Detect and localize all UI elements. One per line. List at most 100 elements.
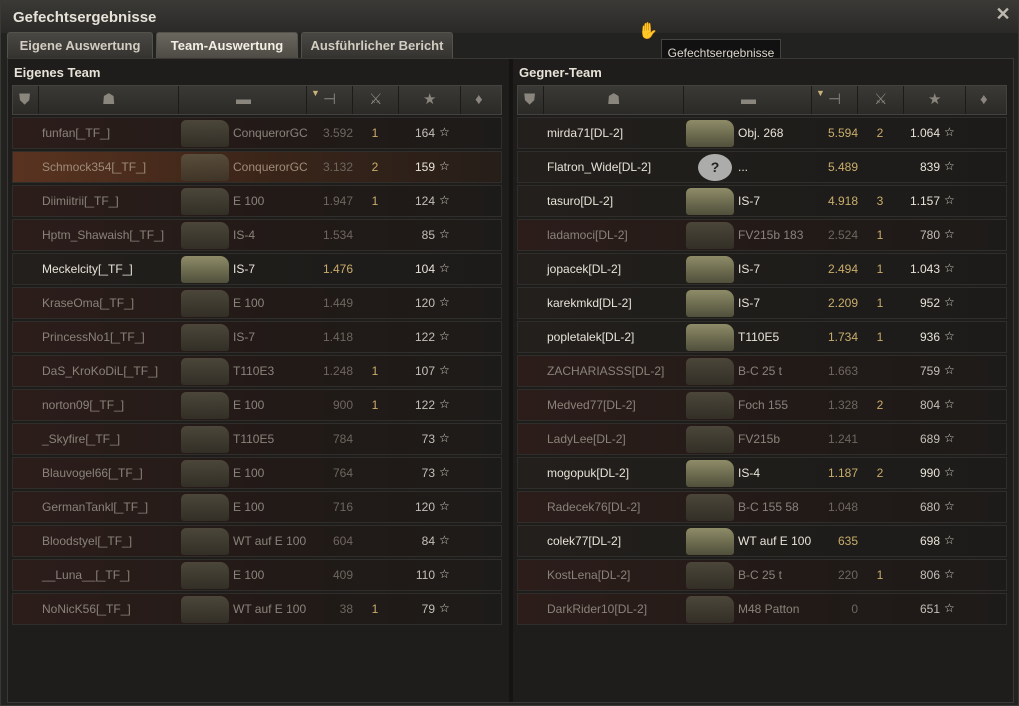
damage-value: 680 xyxy=(919,500,940,514)
tank-name: B-C 155 58 xyxy=(738,500,799,514)
experience-value: 1.663 xyxy=(827,364,858,378)
player-row[interactable]: KostLena[DL-2] B-C 25 t 220 1 806 ☆ xyxy=(517,559,1007,591)
star-icon: ☆ xyxy=(944,533,955,547)
title-bar[interactable]: Gefechtsergebnisse ✕ xyxy=(1,1,1018,33)
player-row[interactable]: mirda71[DL-2] Obj. 268 5.594 2 1.064 ☆ xyxy=(517,117,1007,149)
own-header-experience-sort-column[interactable]: ⊣ ▼ xyxy=(307,86,353,114)
experience-value: 1.449 xyxy=(322,296,353,310)
player-name: mirda71[DL-2] xyxy=(547,126,624,140)
damage-value: 1.064 xyxy=(909,126,940,140)
damage-value: 110 xyxy=(415,568,435,582)
player-row[interactable]: mogopuk[DL-2] IS-4 1.187 2 990 ☆ xyxy=(517,457,1007,489)
player-name: funfan[_TF_] xyxy=(42,126,111,140)
tank-icon xyxy=(181,426,229,453)
player-row[interactable]: Medved77[DL-2] Foch 155 1.328 2 804 ☆ xyxy=(517,389,1007,421)
player-row[interactable]: Schmock354[_TF_] ConquerorGC 3.132 2 159 ☆ xyxy=(12,151,502,183)
player-row[interactable]: popletalek[DL-2] T110E5 1.734 1 936 ☆ xyxy=(517,321,1007,353)
player-row[interactable]: funfan[_TF_] ConquerorGC 3.592 1 164 ☆ xyxy=(12,117,502,149)
own-header-kills-column[interactable]: ⚔ xyxy=(353,86,399,114)
tank-icon xyxy=(181,154,229,181)
player-row[interactable]: Hptm_Shawaish[_TF_] IS-4 1.534 85 ☆ xyxy=(12,219,502,251)
damage-value: 122 xyxy=(414,398,435,412)
player-row[interactable]: NoNicK56[_TF_] WT auf E 100 38 1 79 ☆ xyxy=(12,593,502,625)
experience-value: 2.524 xyxy=(827,228,858,242)
experience-value: 4.918 xyxy=(827,194,858,208)
experience-value: 1.947 xyxy=(322,194,353,208)
own-header-player-column[interactable]: ☗ xyxy=(39,86,179,114)
close-icon[interactable]: ✕ xyxy=(994,5,1012,23)
damage-value: 84 xyxy=(421,534,435,548)
player-name: GermanTankl[_TF_] xyxy=(42,500,149,514)
player-row[interactable]: karekmkd[DL-2] IS-7 2.209 1 952 ☆ xyxy=(517,287,1007,319)
star-icon: ★ xyxy=(928,91,942,108)
experience-value: 1.734 xyxy=(827,330,858,344)
enemy-header-player-column[interactable]: ☗ xyxy=(544,86,684,114)
star-icon: ☆ xyxy=(944,397,955,411)
enemy-header-tank-column[interactable]: ▬ xyxy=(684,86,812,114)
player-row[interactable]: ZACHARIASSS[DL-2] B-C 25 t 1.663 759 ☆ xyxy=(517,355,1007,387)
damage-value: 1.043 xyxy=(909,262,940,276)
player-row[interactable]: jopacek[DL-2] IS-7 2.494 1 1.043 ☆ xyxy=(517,253,1007,285)
player-row[interactable]: Diimiitrii[_TF_] E 100 1.947 1 124 ☆ xyxy=(12,185,502,217)
player-row[interactable]: tasuro[DL-2] IS-7 4.918 3 1.157 ☆ xyxy=(517,185,1007,217)
star-icon: ☆ xyxy=(439,329,450,343)
tank-icon xyxy=(686,562,734,589)
own-header-tank-column[interactable]: ▬ xyxy=(179,86,307,114)
tank-icon xyxy=(686,290,734,317)
player-row[interactable]: Radecek76[DL-2] B-C 155 58 1.048 680 ☆ xyxy=(517,491,1007,523)
player-row[interactable]: PrincessNo1[_TF_] IS-7 1.418 122 ☆ xyxy=(12,321,502,353)
player-row[interactable]: Blauvogel66[_TF_] E 100 764 73 ☆ xyxy=(12,457,502,489)
damage-value: 164 xyxy=(414,126,435,140)
tank-name: IS-7 xyxy=(233,330,256,344)
star-icon: ☆ xyxy=(944,499,955,513)
enemy-team-title: Gegner-Team xyxy=(519,65,602,80)
star-icon: ☆ xyxy=(439,159,450,173)
enemy-header-experience-sort-column[interactable]: ⊣ ▼ xyxy=(812,86,858,114)
player-row[interactable]: _Skyfire[_TF_] T110E5 784 73 ☆ xyxy=(12,423,502,455)
enemy-header-star-column[interactable]: ★ xyxy=(904,86,966,114)
player-row[interactable]: KraseOma[_TF_] E 100 1.449 120 ☆ xyxy=(12,287,502,319)
tank-icon xyxy=(181,256,229,283)
experience-value: 5.489 xyxy=(827,160,858,174)
tab-eigene-auswertung[interactable]: Eigene Auswertung xyxy=(7,32,153,58)
tab-team-auswertung[interactable]: Team-Auswertung xyxy=(156,32,298,58)
tab-ausfuehrlicher-bericht[interactable]: Ausführlicher Bericht xyxy=(301,32,453,58)
player-row[interactable]: ladamoci[DL-2] FV215b 183 2.524 1 780 ☆ xyxy=(517,219,1007,251)
star-icon: ☆ xyxy=(944,227,955,241)
star-icon: ☆ xyxy=(439,295,450,309)
player-row[interactable]: LadyLee[DL-2] FV215b 1.241 689 ☆ xyxy=(517,423,1007,455)
damage-value: 698 xyxy=(919,534,940,548)
window-title: Gefechtsergebnisse xyxy=(13,9,157,26)
own-header-squad-column[interactable]: ⛊ xyxy=(13,86,39,114)
damage-value: 104 xyxy=(414,262,435,276)
experience-value: 1.418 xyxy=(322,330,353,344)
damage-value: 936 xyxy=(919,330,940,344)
own-header-medal-column[interactable]: ♦ xyxy=(461,86,503,114)
player-row[interactable]: __Luna__[_TF_] E 100 409 110 ☆ xyxy=(12,559,502,591)
player-row[interactable]: Meckelcity[_TF_] IS-7 1.476 104 ☆ xyxy=(12,253,502,285)
player-name: Flatron_Wide[DL-2] xyxy=(547,160,652,174)
player-row[interactable]: GermanTankl[_TF_] E 100 716 120 ☆ xyxy=(12,491,502,523)
player-row[interactable]: DaS_KroKoDiL[_TF_] T110E3 1.248 1 107 ☆ xyxy=(12,355,502,387)
player-name: Meckelcity[_TF_] xyxy=(42,262,133,276)
tank-name: ConquerorGC xyxy=(233,126,308,140)
experience-value: 3.132 xyxy=(322,160,353,174)
player-row[interactable]: Flatron_Wide[DL-2]?... 5.489 839 ☆ xyxy=(517,151,1007,183)
player-row[interactable]: Bloodstyel[_TF_] WT auf E 100 604 84 ☆ xyxy=(12,525,502,557)
player-row[interactable]: colek77[DL-2] WT auf E 100 635 698 ☆ xyxy=(517,525,1007,557)
player-name: ladamoci[DL-2] xyxy=(547,228,628,242)
star-icon: ☆ xyxy=(439,465,450,479)
enemy-column-header: ⛊ ☗ ▬ ⊣ ▼ ⚔ ★ ♦ xyxy=(517,85,1008,115)
experience-value: 1.534 xyxy=(322,228,353,242)
damage-value: 804 xyxy=(919,398,940,412)
enemy-header-medal-column[interactable]: ♦ xyxy=(966,86,1008,114)
star-icon: ☆ xyxy=(944,159,955,173)
enemy-header-kills-column[interactable]: ⚔ xyxy=(858,86,904,114)
enemy-header-squad-column[interactable]: ⛊ xyxy=(518,86,544,114)
player-name: __Luna__[_TF_] xyxy=(42,568,131,582)
player-row[interactable]: DarkRider10[DL-2] M48 Patton 0 651 ☆ xyxy=(517,593,1007,625)
tank-icon xyxy=(181,358,229,385)
player-row[interactable]: norton09[_TF_] E 100 900 1 122 ☆ xyxy=(12,389,502,421)
tank-icon xyxy=(686,460,734,487)
own-header-star-column[interactable]: ★ xyxy=(399,86,461,114)
